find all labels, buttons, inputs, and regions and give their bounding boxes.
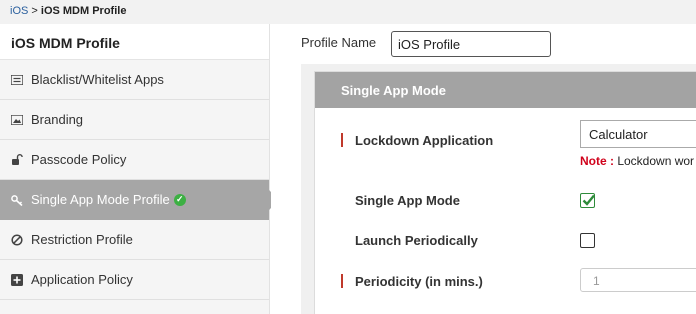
required-marker bbox=[341, 274, 343, 288]
lockdown-application-value: Calculator bbox=[589, 127, 648, 142]
key-icon bbox=[10, 193, 24, 207]
sidebar-item-passcode-policy[interactable]: Passcode Policy bbox=[0, 140, 269, 180]
sidebar-item-label: Branding bbox=[31, 112, 84, 127]
main-content: Profile Name Single App Mode Lockdown Ap… bbox=[271, 24, 696, 314]
lockdown-application-select[interactable]: Calculator bbox=[580, 120, 696, 148]
note-prefix: Note : bbox=[580, 154, 614, 168]
periodicity-placeholder: 1 bbox=[593, 274, 600, 288]
ban-icon bbox=[10, 233, 24, 247]
periodicity-label: Periodicity (in mins.) bbox=[355, 274, 483, 289]
required-marker bbox=[341, 133, 343, 147]
launch-periodically-label: Launch Periodically bbox=[355, 233, 478, 248]
sidebar-item-branding[interactable]: Branding bbox=[0, 100, 269, 140]
profile-name-input[interactable] bbox=[391, 31, 551, 57]
list-icon bbox=[10, 73, 24, 87]
breadcrumb-parent-link[interactable]: iOS bbox=[10, 5, 28, 17]
single-app-mode-label: Single App Mode bbox=[355, 193, 460, 208]
image-icon bbox=[10, 113, 24, 127]
breadcrumb: iOS > iOS MDM Profile bbox=[0, 0, 696, 24]
single-app-mode-checkbox[interactable] bbox=[580, 193, 595, 208]
sidebar-item-label: Restriction Profile bbox=[31, 232, 133, 247]
sidebar-item-single-app-mode-profile[interactable]: Single App Mode Profile ✓ bbox=[0, 180, 279, 220]
sidebar-item-label: Application Policy bbox=[31, 272, 133, 287]
periodicity-input[interactable]: 1 bbox=[580, 268, 696, 292]
launch-periodically-checkbox[interactable] bbox=[580, 233, 595, 248]
sidebar: iOS MDM Profile Blacklist/Whitelist Apps… bbox=[0, 24, 279, 314]
checkmark-icon bbox=[582, 194, 595, 206]
sidebar-item-label: Single App Mode Profile bbox=[31, 192, 170, 207]
single-app-mode-panel: Single App Mode Lockdown Application Cal… bbox=[314, 71, 696, 314]
plus-square-icon bbox=[10, 273, 24, 287]
sidebar-item-application-policy[interactable]: Application Policy bbox=[0, 260, 269, 300]
sidebar-item-restriction-profile[interactable]: Restriction Profile bbox=[0, 220, 269, 260]
lockdown-note: Note : Lockdown wor bbox=[580, 154, 694, 168]
sidebar-item-label: Passcode Policy bbox=[31, 152, 127, 167]
note-text: Lockdown wor bbox=[614, 154, 695, 168]
configured-check-icon: ✓ bbox=[173, 193, 186, 206]
sidebar-item-blacklist-whitelist-apps[interactable]: Blacklist/Whitelist Apps bbox=[0, 60, 269, 100]
unlock-icon bbox=[10, 153, 24, 167]
profile-name-label: Profile Name bbox=[301, 35, 377, 50]
panel-backdrop: Single App Mode Lockdown Application Cal… bbox=[301, 64, 696, 314]
sidebar-item-label: Blacklist/Whitelist Apps bbox=[31, 72, 164, 87]
breadcrumb-current: iOS MDM Profile bbox=[40, 5, 127, 17]
lockdown-application-label: Lockdown Application bbox=[355, 133, 494, 148]
panel-title: Single App Mode bbox=[315, 72, 696, 108]
sidebar-title: iOS MDM Profile bbox=[0, 24, 269, 60]
breadcrumb-separator: > bbox=[28, 5, 41, 17]
